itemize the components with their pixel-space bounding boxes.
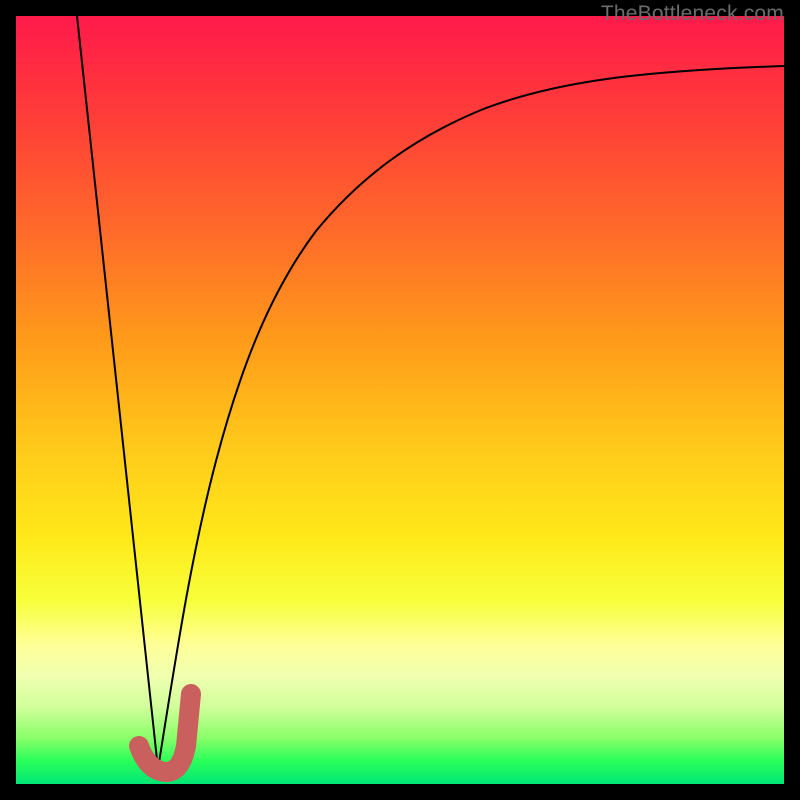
- chart-container: TheBottleneck.com: [0, 0, 800, 800]
- left-falling-line: [77, 16, 158, 769]
- right-rising-curve: [158, 66, 784, 769]
- j-marker: [139, 694, 191, 772]
- attribution-text: TheBottleneck.com: [601, 2, 784, 26]
- curve-layer: [16, 16, 784, 784]
- plot-area: [16, 16, 784, 784]
